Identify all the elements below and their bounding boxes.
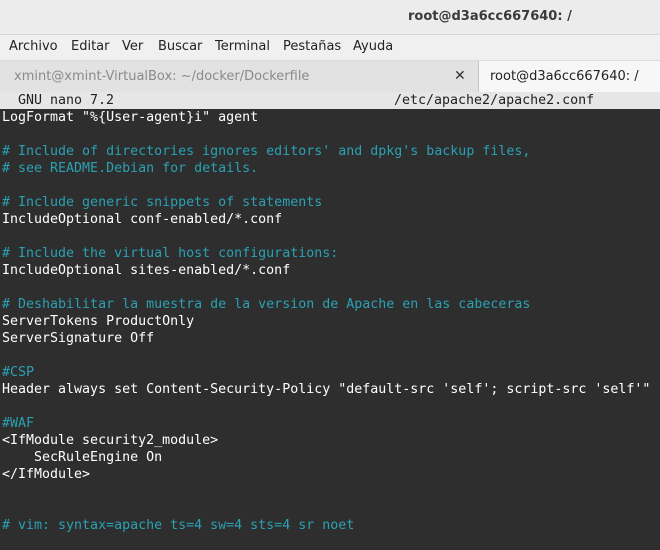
comment-line: #WAF [2, 416, 35, 431]
editor-content[interactable]: LogFormat "%{User-agent}i" agent # Includ… [2, 109, 658, 534]
comment-line: # see README.Debian for details. [2, 161, 259, 176]
window-title: root@d3a6cc667640: / [408, 9, 572, 24]
tab-label: root@d3a6cc667640: / [490, 69, 639, 84]
tab-root-shell[interactable]: root@d3a6cc667640: / [478, 61, 660, 92]
terminal-window: root@d3a6cc667640: / Archivo Editar Ver … [0, 0, 660, 550]
code-line: </IfModule> [2, 467, 91, 482]
code-line: Header always set Content-Security-Polic… [2, 382, 651, 397]
close-icon[interactable]: ✕ [454, 68, 466, 84]
menu-buscar[interactable]: Buscar [158, 39, 202, 54]
nano-version: GNU nano 7.2 [18, 93, 115, 108]
window-titlebar[interactable]: root@d3a6cc667640: / [0, 0, 660, 35]
tab-bar: xmint@xmint-VirtualBox: ~/docker/Dockerf… [0, 61, 660, 93]
code-line: IncludeOptional sites-enabled/*.conf [2, 263, 291, 278]
comment-line: # Include of directories ignores editors… [2, 144, 531, 159]
comment-line: # Include the virtual host configuration… [2, 246, 339, 261]
tab-label: xmint@xmint-VirtualBox: ~/docker/Dockerf… [14, 69, 310, 84]
code-line: <IfModule security2_module> [2, 433, 219, 448]
code-line: ServerTokens ProductOnly [2, 314, 195, 329]
code-line: ServerSignature Off [2, 331, 155, 346]
terminal-area[interactable]: GNU nano 7.2 /etc/apache2/apache2.conf L… [0, 92, 660, 550]
nano-file-path: /etc/apache2/apache2.conf [394, 93, 595, 108]
menu-bar: Archivo Editar Ver Buscar Terminal Pesta… [0, 35, 660, 61]
comment-line: #CSP [2, 365, 35, 380]
nano-title-bar: GNU nano 7.2 /etc/apache2/apache2.conf [0, 92, 660, 109]
menu-ayuda[interactable]: Ayuda [353, 39, 393, 54]
tab-dockerfile[interactable]: xmint@xmint-VirtualBox: ~/docker/Dockerf… [0, 61, 478, 92]
menu-editar[interactable]: Editar [71, 39, 110, 54]
menu-archivo[interactable]: Archivo [9, 39, 58, 54]
code-line: SecRuleEngine On [2, 450, 163, 465]
comment-line: # Include generic snippets of statements [2, 195, 323, 210]
comment-line: # vim: syntax=apache ts=4 sw=4 sts=4 sr … [2, 518, 355, 533]
menu-terminal[interactable]: Terminal [215, 39, 270, 54]
code-line: IncludeOptional conf-enabled/*.conf [2, 212, 283, 227]
code-line: LogFormat "%{User-agent}i" agent [2, 110, 259, 125]
menu-ver[interactable]: Ver [122, 39, 143, 54]
menu-pestanas[interactable]: Pestañas [283, 39, 341, 54]
comment-line: # Deshabilitar la muestra de la version … [2, 297, 531, 312]
